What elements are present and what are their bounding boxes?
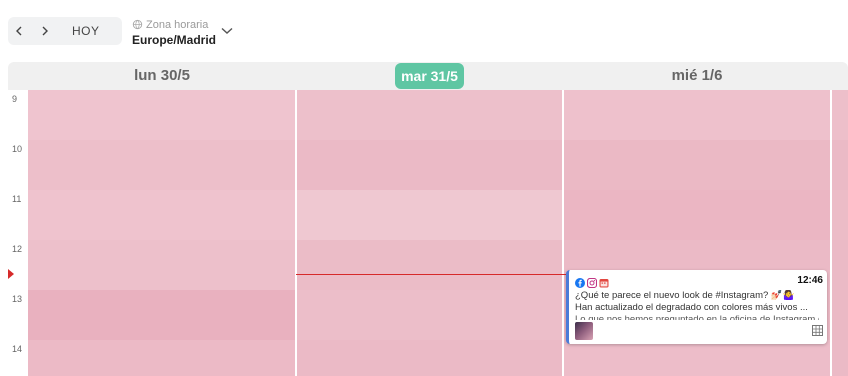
column-divider	[562, 90, 564, 376]
timezone-label-row: Zona horaria	[132, 18, 216, 31]
grid-icon[interactable]	[812, 325, 823, 336]
time-slot[interactable]	[832, 215, 848, 241]
globe-icon	[132, 19, 143, 30]
column-divider	[295, 90, 297, 376]
time-slot[interactable]	[832, 140, 848, 166]
time-slot[interactable]	[28, 90, 296, 116]
time-slot[interactable]	[564, 215, 831, 241]
day-header-today[interactable]: mar 31/5	[395, 63, 464, 89]
time-slot[interactable]	[28, 365, 296, 376]
chevron-down-icon[interactable]	[221, 27, 233, 35]
post-thumbnail	[575, 322, 593, 340]
hour-label: 14	[12, 344, 23, 354]
facebook-icon	[575, 275, 585, 288]
time-slot[interactable]	[564, 140, 831, 166]
time-slot[interactable]	[297, 340, 563, 366]
time-slot[interactable]	[832, 165, 848, 191]
post-text-line: Lo que nos hemos preguntado en la oficin…	[575, 314, 819, 320]
post-text-line: ¿Qué te parece el nuevo look de #Instagr…	[575, 290, 795, 301]
time-slot[interactable]	[297, 190, 563, 216]
timezone-value: Europe/Madrid	[132, 33, 217, 47]
hour-label: 9	[12, 94, 18, 104]
time-slot[interactable]	[832, 340, 848, 366]
today-button[interactable]: HOY	[64, 17, 108, 45]
time-slot[interactable]	[28, 265, 296, 291]
time-slot[interactable]	[28, 190, 296, 216]
time-slot[interactable]	[297, 265, 563, 291]
time-slot[interactable]	[297, 115, 563, 141]
time-slot[interactable]	[297, 315, 563, 341]
time-slot[interactable]	[28, 115, 296, 141]
time-slot[interactable]	[28, 290, 296, 316]
post-text-line: Han actualizado el degradado con colores…	[575, 302, 808, 313]
time-slot[interactable]	[297, 240, 563, 266]
time-slot[interactable]	[564, 365, 831, 376]
time-slot[interactable]	[564, 190, 831, 216]
time-slot[interactable]	[564, 165, 831, 191]
time-slot[interactable]	[297, 140, 563, 166]
current-time-marker	[8, 269, 14, 279]
time-slot[interactable]	[28, 340, 296, 366]
timezone-label: Zona horaria	[146, 18, 209, 31]
hour-label: 13	[12, 294, 23, 304]
post-time: 12:46	[797, 275, 823, 286]
time-slot[interactable]	[564, 90, 831, 116]
time-slot[interactable]	[297, 365, 563, 376]
day-column-tue	[297, 90, 563, 376]
hour-label: 12	[12, 244, 23, 254]
chevron-right-icon	[42, 26, 48, 36]
day-column-mon	[28, 90, 296, 376]
calendar-toolbar: HOY Zona horaria Europe/Madrid	[0, 0, 848, 62]
time-slot[interactable]	[28, 140, 296, 166]
time-slot[interactable]	[28, 215, 296, 241]
scheduled-post-card[interactable]: 12:46 ¿Qué te parece el nuevo look de #I…	[566, 270, 827, 344]
day-header-mon[interactable]: lun 30/5	[28, 67, 296, 84]
time-slot[interactable]	[297, 90, 563, 116]
day-column-thu	[832, 90, 848, 376]
date-navigation: HOY	[8, 17, 122, 45]
time-slot[interactable]	[832, 290, 848, 316]
post-text: ¿Qué te parece el nuevo look de #Instagr…	[575, 290, 819, 320]
next-button[interactable]	[34, 17, 56, 45]
timezone-selector[interactable]: Zona horaria Europe/Madrid	[132, 18, 217, 48]
time-slot[interactable]	[832, 90, 848, 116]
prev-button[interactable]	[8, 17, 30, 45]
time-slot[interactable]	[28, 315, 296, 341]
day-header-wed[interactable]: mié 1/6	[563, 67, 831, 84]
time-slot[interactable]	[297, 215, 563, 241]
time-slot[interactable]	[832, 240, 848, 266]
time-slot[interactable]	[832, 265, 848, 291]
time-slot[interactable]	[564, 115, 831, 141]
column-divider	[830, 90, 832, 376]
time-slot[interactable]	[832, 365, 848, 376]
time-slot[interactable]	[832, 190, 848, 216]
hour-label: 11	[12, 194, 22, 204]
calendar-icon	[599, 275, 609, 288]
hour-gutter: 9 10 11 12 13 14	[8, 90, 27, 376]
time-slot[interactable]	[28, 240, 296, 266]
time-slot[interactable]	[297, 165, 563, 191]
hour-label: 10	[12, 144, 23, 154]
time-slot[interactable]	[564, 240, 831, 266]
time-slot[interactable]	[28, 165, 296, 191]
instagram-icon	[586, 275, 598, 289]
time-slot[interactable]	[297, 290, 563, 316]
post-network-icons	[575, 275, 609, 289]
time-slot[interactable]	[832, 115, 848, 141]
chevron-left-icon	[16, 26, 22, 36]
time-slot[interactable]	[832, 315, 848, 341]
current-time-line	[296, 274, 566, 275]
